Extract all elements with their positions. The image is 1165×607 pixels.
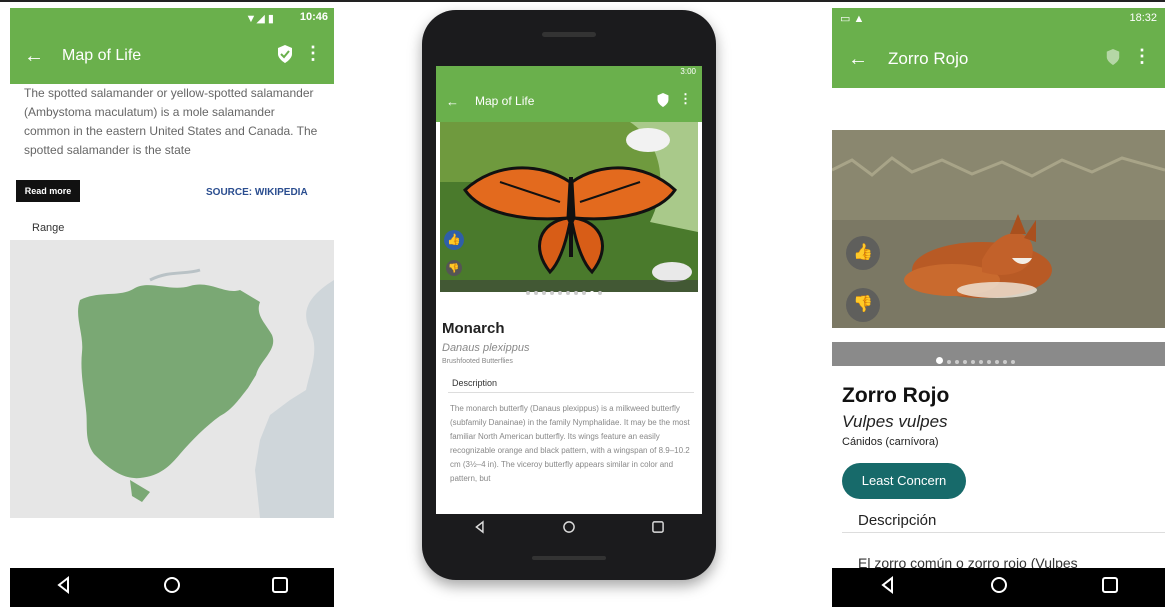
- right-description-heading: Descripción: [858, 512, 937, 529]
- middle-more-vert-icon[interactable]: ⋮: [679, 91, 692, 107]
- middle-app-title: Map of Life: [475, 94, 535, 108]
- right-nav-recents-icon[interactable]: [1099, 574, 1121, 601]
- right-nav-home-icon[interactable]: [988, 574, 1010, 601]
- middle-nav-recents-icon[interactable]: [650, 519, 666, 540]
- right-nav-bar: [832, 568, 1165, 607]
- middle-app-bar: ← Map of Life ⋮: [436, 80, 702, 122]
- middle-description: The monarch butterfly (Danaus plexippus)…: [450, 404, 690, 483]
- phone-device: 3:00 ← Map of Life ⋮ 👍 👎 Monarch Danaus …: [422, 10, 716, 580]
- middle-scientific-name: Danaus plexippus: [442, 342, 530, 354]
- left-screen: ▼◢ ▮ 10:46 ← Map of Life ⋮ The spotted s…: [10, 8, 334, 607]
- middle-divider: [448, 392, 694, 393]
- back-arrow-icon[interactable]: ←: [24, 45, 44, 68]
- middle-species-name: Monarch: [442, 320, 505, 337]
- right-screen: ▭ ▲ 18:32 ← Zorro Rojo ⋮ 👍 👎 Zorro Rojo …: [832, 8, 1165, 607]
- right-description: El zorro común o zorro rojo (Vulpes: [858, 555, 1078, 569]
- butterfly-photo[interactable]: 👍 👎: [440, 122, 698, 295]
- middle-screen: 3:00 ← Map of Life ⋮ 👍 👎 Monarch Danaus …: [436, 66, 702, 514]
- middle-nav-back-icon[interactable]: [472, 519, 488, 540]
- right-nav-back-icon[interactable]: [877, 574, 899, 601]
- nav-back-icon[interactable]: [53, 574, 75, 601]
- middle-description-heading: Description: [452, 378, 498, 388]
- right-shield-icon[interactable]: [1105, 48, 1121, 71]
- right-back-arrow-icon[interactable]: ←: [848, 48, 868, 71]
- left-description: The spotted salamander or yellow-spotted…: [24, 86, 318, 157]
- middle-nav-home-icon[interactable]: [561, 519, 577, 540]
- middle-nav-row: [436, 514, 702, 544]
- thumbs-up-icon[interactable]: 👍: [444, 230, 464, 250]
- range-map[interactable]: [10, 240, 334, 518]
- range-label: Range: [32, 222, 65, 234]
- right-scientific-name: Vulpes vulpes: [842, 412, 948, 431]
- thumbs-down-icon[interactable]: 👎: [446, 260, 462, 276]
- phone-bottom-slot: [532, 556, 606, 560]
- right-status-bar: ▭ ▲ 18:32: [832, 8, 1165, 30]
- right-more-vert-icon[interactable]: ⋮: [1133, 46, 1151, 67]
- left-status-icons: ▼◢ ▮: [245, 13, 274, 25]
- phone-speaker: [542, 32, 596, 37]
- right-divider: [842, 532, 1165, 533]
- right-species-name: Zorro Rojo: [842, 384, 950, 407]
- nav-recents-icon[interactable]: [269, 574, 291, 601]
- left-app-title: Map of Life: [62, 47, 142, 64]
- least-concern-button[interactable]: Least Concern: [842, 463, 966, 499]
- left-status-time: 10:46: [299, 11, 328, 23]
- right-app-title: Zorro Rojo: [888, 49, 969, 68]
- middle-status-time: 3:00: [680, 67, 696, 76]
- shield-check-icon[interactable]: [276, 44, 294, 69]
- right-thumbs-up-icon[interactable]: 👍: [846, 236, 880, 270]
- right-status-time: 18:32: [1129, 12, 1157, 24]
- left-app-bar: ← Map of Life ⋮: [10, 28, 334, 84]
- left-status-bar: ▼◢ ▮ 10:46: [10, 8, 334, 28]
- left-nav-bar: [10, 568, 334, 607]
- right-family: Cánidos (carnívora): [842, 436, 939, 448]
- middle-status-bar: 3:00: [436, 66, 702, 80]
- right-thumbs-down-icon[interactable]: 👎: [846, 288, 880, 322]
- top-border: [0, 0, 1165, 2]
- right-app-bar: ← Zorro Rojo ⋮: [832, 30, 1165, 88]
- nav-home-icon[interactable]: [161, 574, 183, 601]
- source-link[interactable]: SOURCE: WIKIPEDIA: [206, 187, 308, 198]
- middle-shield-check-icon[interactable]: [656, 92, 670, 113]
- middle-family: Brushfooted Butterflies: [442, 358, 513, 365]
- middle-back-arrow-icon[interactable]: ←: [446, 94, 459, 109]
- fox-photo[interactable]: 👍 👎: [832, 130, 1165, 328]
- middle-carousel-dots[interactable]: [524, 282, 604, 300]
- right-status-left-icons: ▭ ▲: [840, 13, 865, 25]
- read-more-button[interactable]: Read more: [16, 180, 80, 202]
- more-vert-icon[interactable]: ⋮: [304, 43, 322, 64]
- right-carousel-dots[interactable]: [934, 351, 1017, 369]
